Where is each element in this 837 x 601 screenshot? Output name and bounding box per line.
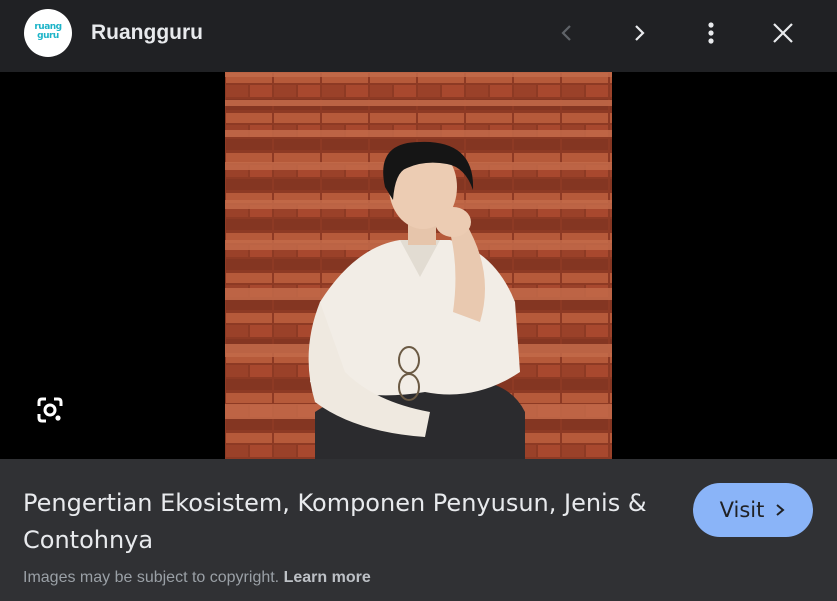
google-lens-icon	[37, 397, 63, 423]
top-bar: ruang guru Ruangguru	[0, 0, 837, 72]
visit-label: Visit	[719, 498, 765, 522]
chevron-right-icon	[635, 25, 645, 41]
logo-text: ruang guru	[34, 22, 62, 41]
image-stage	[0, 72, 837, 459]
result-footer: Pengertian Ekosistem, Komponen Penyusun,…	[0, 459, 837, 601]
chevron-right-icon	[776, 504, 785, 516]
preview-image[interactable]	[225, 72, 612, 459]
close-icon	[773, 23, 793, 43]
previous-button[interactable]	[547, 13, 587, 53]
copyright-text: Images may be subject to copyright.	[23, 569, 280, 586]
visit-button[interactable]: Visit	[693, 483, 813, 537]
copyright-notice: Images may be subject to copyright. Lear…	[23, 569, 371, 587]
site-name[interactable]: Ruangguru	[91, 21, 203, 45]
next-button[interactable]	[619, 13, 659, 53]
chevron-left-icon	[561, 25, 571, 41]
result-title[interactable]: Pengertian Ekosistem, Komponen Penyusun,…	[23, 485, 673, 559]
photo-illustration	[225, 72, 612, 459]
more-vert-icon	[708, 22, 714, 44]
more-options-button[interactable]	[691, 13, 731, 53]
close-button[interactable]	[763, 13, 803, 53]
learn-more-link[interactable]: Learn more	[284, 569, 371, 586]
site-logo[interactable]: ruang guru	[24, 9, 72, 57]
lens-search-button[interactable]	[30, 390, 70, 430]
